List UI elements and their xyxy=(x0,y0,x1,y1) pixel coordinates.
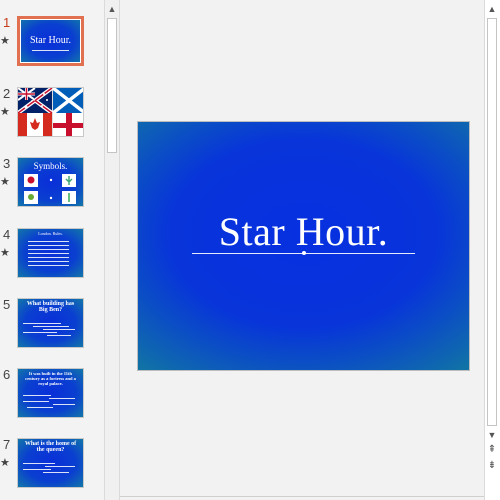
slide-thumbnail-7[interactable]: 7 ★ What is the home of the queen? xyxy=(0,438,104,494)
thumb-title: Star Hour. xyxy=(29,35,72,46)
animation-star-icon: ★ xyxy=(0,35,10,47)
scroll-up-arrow-icon[interactable]: ▲ xyxy=(485,2,499,16)
thumb-title: London. Rules. xyxy=(38,231,63,236)
editor-scrollbar[interactable]: ▲ ▼ ⇞ ⇟ xyxy=(484,0,500,500)
slide-number: 4 xyxy=(3,227,11,242)
thumb-title: What is the home of the queen? xyxy=(24,441,77,453)
slide-thumbnail-6[interactable]: 6 It was built in the 11th century as a … xyxy=(0,368,104,424)
slide-thumbnail-5[interactable]: 5 What building has Big Ben? xyxy=(0,298,104,354)
next-slide-icon[interactable]: ⇟ xyxy=(485,461,499,476)
slide-preview[interactable]: What is the home of the queen? xyxy=(17,438,84,488)
previous-slide-icon[interactable]: ⇞ xyxy=(485,445,499,460)
slide-number: 6 xyxy=(3,367,11,382)
slide-preview[interactable]: Star Hour. xyxy=(17,16,84,66)
notes-divider[interactable] xyxy=(120,496,484,497)
title-line-dot xyxy=(302,251,306,255)
slide-preview[interactable]: Symbols. xyxy=(17,157,84,207)
slide-thumbnail-3[interactable]: 3 ★ Symbols. xyxy=(0,157,104,213)
animation-star-icon: ★ xyxy=(0,457,10,469)
slide-preview[interactable]: It was built in the 11th century as a fo… xyxy=(17,368,84,418)
current-slide[interactable]: Star Hour. xyxy=(137,121,470,371)
animation-star-icon: ★ xyxy=(0,247,10,259)
scroll-down-arrow-icon[interactable]: ▼ xyxy=(485,428,499,442)
animation-star-icon: ★ xyxy=(0,106,10,118)
animation-star-icon: ★ xyxy=(0,176,10,188)
slide-thumbnail-pane[interactable]: 1 ★ Star Hour. 2 ★ 3 ★ Symbols. 4 ★ Lond… xyxy=(0,0,104,500)
slide-thumbnail-4[interactable]: 4 ★ London. Rules. xyxy=(0,228,104,284)
slide-number: 7 xyxy=(3,437,11,452)
slide-preview[interactable]: What building has Big Ben? xyxy=(17,298,84,348)
scroll-thumb[interactable] xyxy=(487,18,497,426)
symbols-images xyxy=(24,174,76,204)
slide-thumbnail-1[interactable]: 1 ★ Star Hour. xyxy=(0,16,104,72)
scroll-up-arrow-icon[interactable]: ▲ xyxy=(105,2,119,16)
scroll-thumb[interactable] xyxy=(107,18,117,153)
flags-image xyxy=(18,88,83,136)
thumb-title: What building has Big Ben? xyxy=(26,301,75,313)
slide-number: 1 xyxy=(3,15,11,30)
slide-number: 3 xyxy=(3,156,11,171)
slide-number: 2 xyxy=(3,86,11,101)
slide-preview[interactable] xyxy=(17,87,84,137)
slide-thumbnail-2[interactable]: 2 ★ xyxy=(0,87,104,143)
slide-title[interactable]: Star Hour. xyxy=(138,208,469,255)
thumbnail-scrollbar[interactable]: ▲ xyxy=(104,0,120,500)
slide-preview[interactable]: London. Rules. xyxy=(17,228,84,278)
thumb-title: It was built in the 11th century as a fo… xyxy=(25,371,76,386)
slide-number: 5 xyxy=(3,297,11,312)
